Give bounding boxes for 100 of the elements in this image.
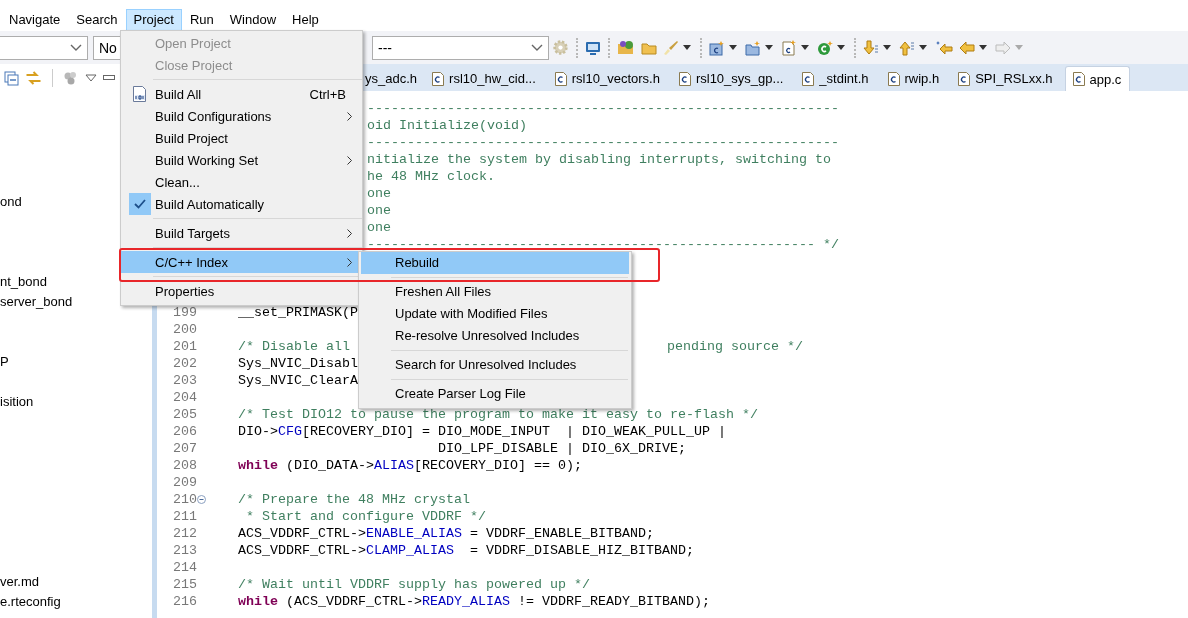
line-number: 214: [172, 559, 197, 576]
dropdown-caret-icon[interactable]: [979, 45, 987, 50]
c-file-icon: [887, 71, 900, 86]
menu-bar-item[interactable]: Search: [68, 9, 126, 31]
code-line: -----------------------------------------------------------: [367, 136, 839, 149]
menu-item[interactable]: Rebuild: [361, 252, 629, 274]
menu-item[interactable]: Clean...: [121, 171, 362, 193]
dropdown-caret-icon[interactable]: [801, 45, 809, 50]
menu-bar-item[interactable]: Navigate: [1, 9, 69, 31]
chevron-down-icon: [70, 43, 82, 52]
menu-item[interactable]: Build Project: [121, 127, 362, 149]
line-number: 212: [172, 525, 197, 542]
code-line: __set_PRIMASK(P: [238, 305, 358, 320]
editor-tab[interactable]: ys_adc.h: [363, 66, 426, 91]
line-number: 210: [172, 491, 197, 508]
line-number: 206: [172, 423, 197, 440]
line-number: 201: [172, 338, 197, 355]
folder-globe-icon[interactable]: [617, 39, 635, 56]
code-line: one: [367, 187, 391, 200]
code-line: he 48 MHz clock.: [367, 170, 495, 183]
line-number: 215: [172, 576, 197, 593]
collapse-icon[interactable]: [197, 495, 206, 504]
code-line: /* Prepare the 48 MHz crystal: [238, 492, 470, 507]
chevron-down-icon: [531, 43, 543, 52]
menu-bar-item[interactable]: Project: [125, 9, 182, 31]
minimize-icon[interactable]: [103, 74, 115, 81]
menu-item[interactable]: Create Parser Log File: [361, 383, 629, 405]
dropdown-caret-icon[interactable]: [919, 45, 927, 50]
line-number: 200: [172, 321, 197, 338]
menu-item[interactable]: Update with Modified Files: [361, 303, 629, 325]
c-file-icon[interactable]: [781, 39, 797, 56]
c-circle-icon[interactable]: [817, 39, 833, 56]
editor-tab[interactable]: _stdint.h: [795, 66, 881, 91]
editor-tab[interactable]: rsl10_vectors.h: [547, 66, 672, 91]
line-number: 204: [172, 389, 197, 406]
menu-item[interactable]: Properties: [121, 280, 362, 302]
line-number: 211: [172, 508, 197, 525]
line-number: 207: [172, 440, 197, 457]
code-line: nitialize the system by disabling interrupts, switching to: [367, 153, 831, 166]
line-number: 203: [172, 372, 197, 389]
c-file-icon: [802, 71, 815, 86]
menu-item[interactable]: Freshen All Files: [361, 281, 629, 303]
c-file-icon: [678, 71, 691, 86]
editor-tab[interactable]: rwip.h: [880, 66, 952, 91]
code-line: * Start and configure VDDRF */: [245, 509, 486, 524]
menu-bar-item[interactable]: Run: [182, 9, 222, 31]
code-line: oid Initialize(void): [367, 119, 527, 132]
c-file-icon: [958, 71, 971, 86]
code-line: pending source */: [667, 338, 803, 355]
editor-tab[interactable]: rsl10_hw_cid...: [425, 66, 548, 91]
editor-tab[interactable]: rsl10_sys_gp...: [671, 66, 796, 91]
dropdown-caret-icon[interactable]: [683, 45, 691, 50]
tree-item[interactable]: e.rteconfig: [0, 593, 61, 611]
code-line: -----------------------------------------------------------: [367, 102, 839, 115]
dropdown-caret-icon[interactable]: [729, 45, 737, 50]
c-file-icon: [554, 71, 567, 86]
line-number: 209: [172, 474, 197, 491]
launch-target-dropdown[interactable]: ---: [372, 35, 549, 60]
menu-item[interactable]: Build Automatically: [121, 193, 362, 215]
line-number: 199: [172, 304, 197, 321]
dropdown-caret-icon[interactable]: [883, 45, 891, 50]
code-line: -------------------------------------------------------- */: [367, 238, 839, 251]
line-number: 216: [172, 593, 197, 610]
tree-item[interactable]: isition: [0, 393, 34, 411]
menu-bar-item[interactable]: Help: [284, 9, 327, 31]
menu-item[interactable]: Re-resolve Unresolved Includes: [361, 325, 629, 347]
dropdown-caret-icon[interactable]: [765, 45, 773, 50]
editor-tab[interactable]: SPI_RSLxx.h: [951, 66, 1065, 91]
line-number: 202: [172, 355, 197, 372]
tree-item[interactable]: nt_bond: [0, 273, 47, 291]
code-line: DIO->CFG[RECOVERY_DIO] = DIO_MODE_INPUT | DIO_WEAK_PULL_UP |: [238, 424, 726, 439]
back-arrow-icon[interactable]: [935, 39, 953, 56]
menu-item[interactable]: Build Configurations: [121, 105, 362, 127]
menu-item[interactable]: Search for Unresolved Includes: [361, 354, 629, 376]
menu-item[interactable]: Build Working Set: [121, 149, 362, 171]
code-line: Sys_NVIC_Disabl: [238, 356, 358, 371]
menu-item[interactable]: Build Targets: [121, 222, 362, 244]
code-line: /* Test DIO12 to pause the program to make it easy to re-flash */: [238, 407, 758, 422]
view-menu-icon[interactable]: [85, 73, 97, 82]
build-icon: [132, 86, 147, 102]
code-line: Sys_NVIC_ClearA: [238, 373, 358, 388]
tree-item[interactable]: server_bond: [0, 293, 73, 311]
editor-tab[interactable]: app.c: [1064, 66, 1131, 91]
code-line: ACS_VDDRF_CTRL->CLAMP_ALIAS = VDDRF_DISABLE_HIZ_BITBAND;: [238, 543, 694, 558]
menu-bar-item[interactable]: Window: [221, 9, 285, 31]
line-number: 205: [172, 406, 197, 423]
tree-item[interactable]: P: [0, 353, 9, 371]
monitor-icon[interactable]: [585, 39, 601, 56]
dropdown-caret-icon[interactable]: [837, 45, 845, 50]
code-line: ACS_VDDRF_CTRL->ENABLE_ALIAS = VDDRF_ENABLE_BITBAND;: [238, 526, 654, 541]
line-number: 213: [172, 542, 197, 559]
c-file-icon: [1072, 72, 1085, 86]
code-line: DIO_LPF_DISABLE | DIO_6X_DRIVE;: [436, 441, 686, 456]
tree-item[interactable]: ond: [0, 193, 22, 211]
line-number: 208: [172, 457, 197, 474]
tree-item[interactable]: ver.md: [0, 573, 39, 591]
class-icon[interactable]: [709, 39, 725, 56]
collapse-all-icon[interactable]: [3, 69, 19, 86]
code-line: one: [367, 221, 391, 234]
menu-item[interactable]: Build All Ctrl+B: [121, 83, 362, 105]
